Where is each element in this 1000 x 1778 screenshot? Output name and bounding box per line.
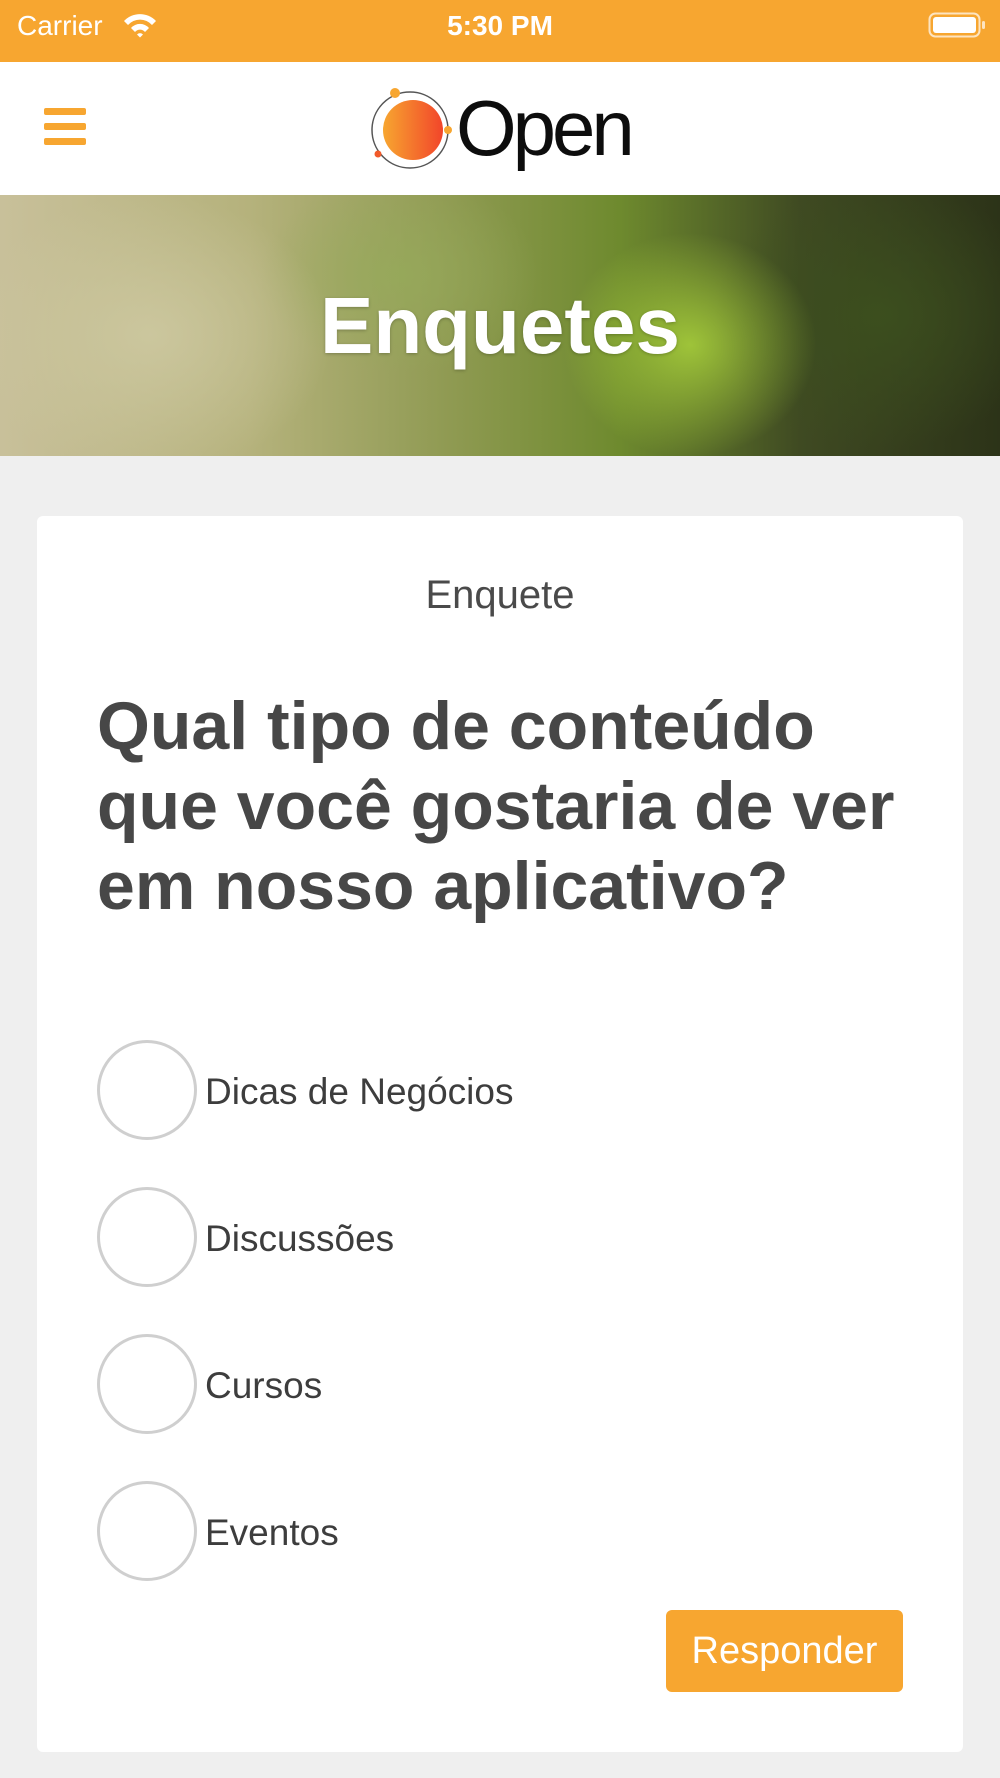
battery-icon	[928, 12, 985, 38]
poll-question: Qual tipo de conteúdo que você gostaria …	[97, 688, 895, 924]
respond-button[interactable]: Responder	[666, 1610, 903, 1692]
radio-button[interactable]	[97, 1334, 197, 1434]
open-logo: Open	[368, 80, 638, 176]
poll-option-eventos[interactable]: Eventos	[97, 1481, 717, 1587]
poll-option-label: Eventos	[205, 1512, 339, 1553]
poll-option-label: Cursos	[205, 1365, 323, 1406]
hamburger-menu-icon[interactable]	[40, 104, 90, 150]
poll-option-label: Discussões	[205, 1218, 395, 1259]
status-bar: Carrier 5:30 PM	[0, 0, 1000, 62]
radio-button[interactable]	[97, 1040, 197, 1140]
top-navigation-bar: Open	[0, 62, 1000, 195]
logo-mark-icon	[371, 88, 452, 169]
page-title: Enquetes	[319, 281, 681, 370]
poll-option-discussoes[interactable]: Discussões	[97, 1187, 717, 1293]
poll-option-dicas-de-negocios[interactable]: Dicas de Negócios	[97, 1040, 717, 1146]
radio-button[interactable]	[97, 1187, 197, 1287]
poll-option-cursos[interactable]: Cursos	[97, 1334, 717, 1440]
page-banner: Enquetes	[0, 195, 1000, 456]
status-time: 5:30 PM	[447, 10, 553, 41]
radio-button[interactable]	[97, 1481, 197, 1581]
poll-option-label: Dicas de Negócios	[205, 1071, 514, 1112]
poll-label: Enquete	[425, 573, 575, 617]
poll-card: Enquete Qual tipo de conteúdo que você g…	[37, 516, 963, 1752]
logo-text: Open	[456, 84, 635, 172]
